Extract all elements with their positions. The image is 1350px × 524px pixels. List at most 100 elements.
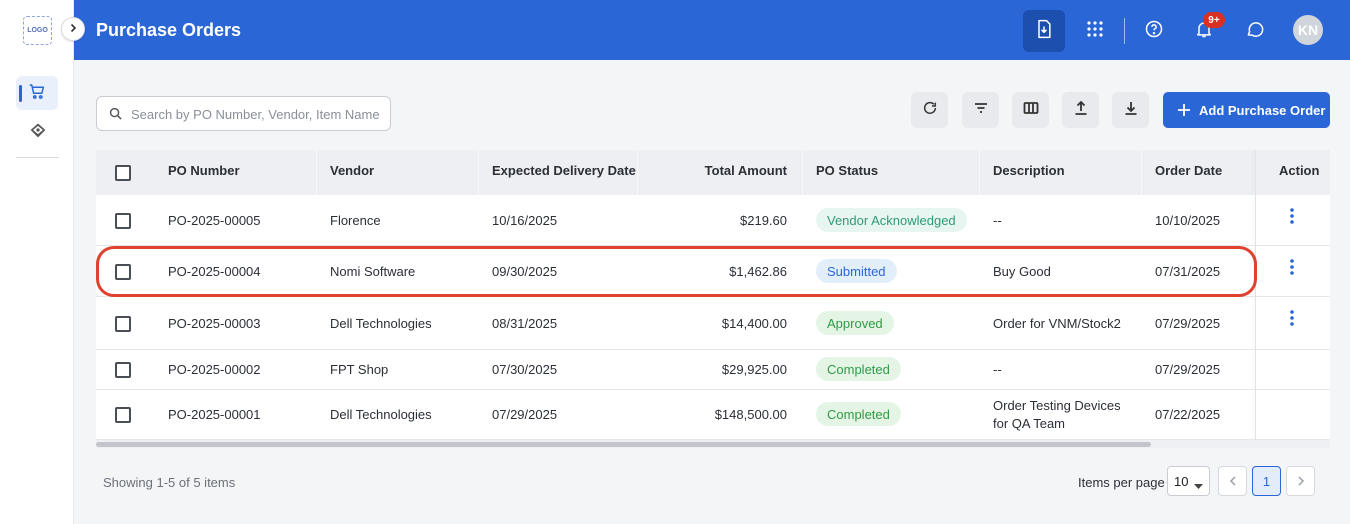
status-badge: Vendor Acknowledged	[816, 208, 967, 232]
table-row[interactable]: PO-2025-00001 Dell Technologies 07/29/20…	[96, 390, 1330, 440]
page-title: Purchase Orders	[96, 20, 242, 40]
tag-icon	[28, 121, 48, 144]
table-row[interactable]: PO-2025-00002 FPT Shop 07/30/2025 $29,92…	[96, 350, 1330, 390]
total-amount-cell: $1,462.86	[729, 264, 787, 279]
row-action-button[interactable]	[1282, 309, 1302, 330]
grid-icon	[1086, 20, 1104, 43]
next-page-button[interactable]	[1286, 466, 1315, 496]
search-input[interactable]	[131, 105, 381, 123]
order-date-cell: 07/29/2025	[1155, 316, 1221, 331]
column-header-po-status[interactable]: PO Status	[816, 163, 878, 178]
chevron-right-icon	[1297, 474, 1305, 489]
order-date-cell: 10/10/2025	[1155, 213, 1221, 228]
column-header-po-number[interactable]: PO Number	[168, 163, 240, 178]
prev-page-button[interactable]	[1218, 466, 1247, 496]
row-action-button[interactable]	[1282, 207, 1302, 228]
help-button[interactable]	[1133, 10, 1175, 52]
status-badge: Completed	[816, 357, 901, 381]
sidebar-toggle-button[interactable]	[61, 17, 85, 41]
status-badge: Approved	[816, 311, 894, 335]
row-checkbox[interactable]	[115, 213, 131, 229]
po-number-cell[interactable]: PO-2025-00002	[168, 362, 261, 377]
total-amount-cell: $219.60	[740, 213, 787, 228]
row-action-button[interactable]	[1282, 258, 1302, 279]
po-number-cell[interactable]: PO-2025-00003	[168, 316, 261, 331]
notification-badge: 9+	[1203, 12, 1225, 28]
expected-delivery-cell: 07/29/2025	[492, 407, 558, 422]
expected-delivery-cell: 08/31/2025	[492, 316, 558, 331]
cart-icon	[28, 82, 46, 105]
scrollbar-thumb[interactable]	[96, 442, 1151, 447]
column-separator	[802, 150, 803, 195]
add-purchase-order-label: Add Purchase Order	[1199, 102, 1326, 118]
header-divider	[1124, 18, 1125, 44]
column-header-expected-delivery-date[interactable]: Expected Delivery Date	[492, 163, 636, 178]
columns-button[interactable]	[1012, 92, 1049, 128]
sidebar: LOGO	[0, 0, 74, 524]
add-purchase-order-button[interactable]: Add Purchase Order	[1163, 92, 1330, 128]
vendor-cell: FPT Shop	[330, 362, 389, 377]
select-all-checkbox[interactable]	[115, 165, 131, 181]
column-header-vendor[interactable]: Vendor	[330, 163, 374, 178]
vendor-cell: Florence	[330, 213, 381, 228]
expected-delivery-cell: 09/30/2025	[492, 264, 558, 279]
column-header-description[interactable]: Description	[993, 163, 1065, 178]
sidebar-item-tags[interactable]	[24, 119, 52, 145]
download-button[interactable]	[1112, 92, 1149, 128]
chat-button[interactable]	[1234, 10, 1276, 52]
chat-icon	[1245, 19, 1265, 44]
chevron-left-icon	[1229, 474, 1237, 489]
po-number-cell[interactable]: PO-2025-00001	[168, 407, 261, 422]
vendor-cell: Dell Technologies	[330, 407, 432, 422]
description-cell: Order for VNM/Stock2	[993, 316, 1121, 331]
avatar[interactable]: KN	[1293, 15, 1323, 45]
pagination-summary: Showing 1-5 of 5 items	[103, 475, 236, 490]
po-number-cell[interactable]: PO-2025-00004	[168, 264, 261, 279]
items-per-page-select[interactable]: 10	[1167, 466, 1210, 496]
description-cell: Order Testing Devices for QA Team	[993, 398, 1121, 431]
column-separator	[478, 150, 479, 195]
column-header-action: Action	[1279, 163, 1320, 178]
filter-icon	[973, 101, 989, 120]
po-number-cell[interactable]: PO-2025-00005	[168, 213, 261, 228]
import-button[interactable]	[1023, 10, 1065, 52]
file-download-icon	[1034, 19, 1054, 44]
sticky-column-divider	[1255, 150, 1256, 440]
row-checkbox[interactable]	[115, 407, 131, 423]
refresh-button[interactable]	[911, 92, 948, 128]
search-field[interactable]	[96, 96, 391, 131]
status-badge: Completed	[816, 402, 901, 426]
horizontal-scrollbar[interactable]	[96, 440, 1330, 448]
expected-delivery-cell: 10/16/2025	[492, 213, 558, 228]
items-per-page-label: Items per page	[1078, 475, 1165, 490]
plus-icon	[1177, 103, 1191, 117]
filter-button[interactable]	[962, 92, 999, 128]
row-checkbox[interactable]	[115, 316, 131, 332]
logo: LOGO	[23, 16, 52, 45]
sidebar-divider	[16, 157, 59, 158]
table-row[interactable]: PO-2025-00005 Florence 10/16/2025 $219.6…	[96, 195, 1330, 246]
table-header: PO Number Vendor Expected Delivery Date …	[96, 150, 1330, 195]
column-header-order-date[interactable]: Order Date	[1155, 163, 1222, 178]
items-per-page-value: 10	[1174, 474, 1189, 489]
total-amount-cell: $29,925.00	[721, 362, 787, 377]
column-separator	[979, 150, 980, 195]
table-row[interactable]: PO-2025-00004 Nomi Software 09/30/2025 $…	[96, 246, 1330, 297]
order-date-cell: 07/31/2025	[1155, 264, 1221, 279]
order-date-cell: 07/29/2025	[1155, 362, 1221, 377]
row-checkbox[interactable]	[115, 264, 131, 280]
apps-button[interactable]	[1074, 10, 1116, 52]
upload-button[interactable]	[1062, 92, 1099, 128]
columns-icon	[1023, 101, 1039, 120]
table-row[interactable]: PO-2025-00003 Dell Technologies 08/31/20…	[96, 297, 1330, 350]
chevron-right-icon	[68, 20, 78, 38]
sidebar-item-purchase-orders[interactable]	[16, 76, 58, 110]
order-date-cell: 07/22/2025	[1155, 407, 1221, 422]
page-button-current[interactable]: 1	[1252, 466, 1281, 496]
column-separator	[1141, 150, 1142, 195]
caret-down-icon	[1194, 478, 1203, 493]
upload-icon	[1073, 100, 1089, 121]
row-checkbox[interactable]	[115, 362, 131, 378]
column-header-total-amount[interactable]: Total Amount	[667, 163, 787, 178]
refresh-icon	[922, 100, 938, 121]
